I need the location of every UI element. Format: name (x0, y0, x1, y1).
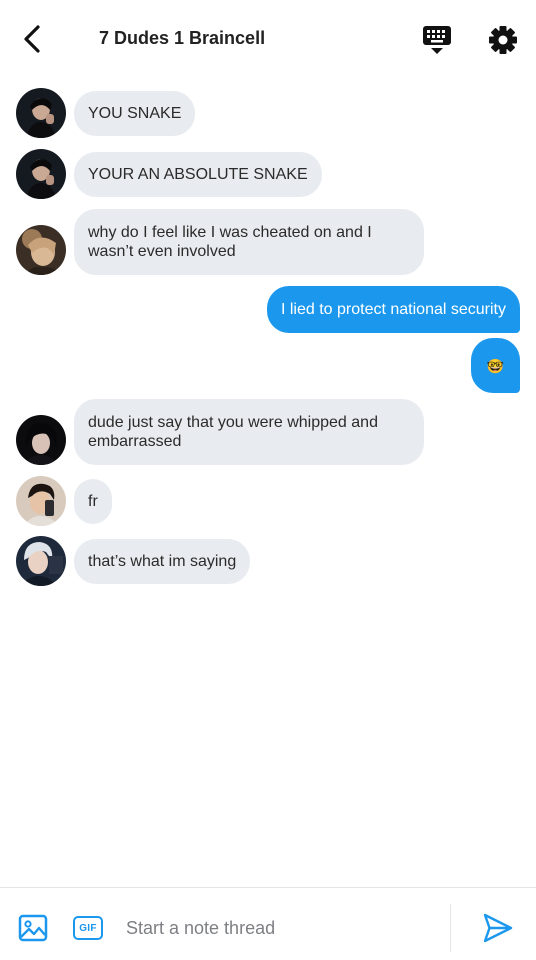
message-composer: GIF (0, 887, 536, 960)
message-text: dude just say that you were whipped and … (88, 414, 378, 450)
send-button[interactable] (482, 912, 514, 944)
message-row: I lied to protect national security (0, 286, 536, 333)
add-image-button[interactable] (18, 914, 48, 942)
chat-title: 7 Dudes 1 Braincell (99, 28, 266, 48)
message-bubble[interactable]: that’s what im saying (74, 539, 251, 584)
chat-header: 7 Dudes 1 Braincell (0, 0, 536, 78)
message-row: YOUR AN ABSOLUTE SNAKE (0, 149, 536, 199)
message-bubble[interactable]: YOU SNAKE (74, 91, 196, 136)
send-icon (483, 913, 513, 943)
message-bubble-outgoing[interactable]: 🤓 (471, 338, 520, 393)
composer-divider (450, 904, 451, 952)
message-text: that’s what im saying (88, 553, 237, 570)
message-text: I lied to protect national security (280, 301, 506, 318)
avatar[interactable] (16, 149, 66, 199)
message-bubble[interactable]: dude just say that you were whipped and … (74, 399, 424, 465)
emoji-text: 🤓 (486, 357, 505, 374)
message-row: fr (0, 476, 536, 526)
message-text: YOUR AN ABSOLUTE SNAKE (88, 166, 308, 183)
add-gif-button[interactable]: GIF (73, 916, 103, 940)
avatar[interactable] (16, 88, 66, 138)
message-row: that’s what im saying (0, 536, 536, 586)
message-row: YOU SNAKE (0, 88, 536, 138)
note-thread-input[interactable] (126, 916, 436, 940)
gear-icon (489, 26, 517, 54)
message-row: 🤓 (0, 338, 536, 393)
image-icon (18, 914, 48, 942)
avatar[interactable] (16, 415, 66, 465)
chevron-left-icon (24, 25, 40, 53)
keyboard-icon (423, 26, 451, 54)
gif-icon: GIF (79, 922, 97, 934)
message-text: YOU SNAKE (88, 105, 182, 122)
message-bubble[interactable]: why do I feel like I was cheated on and … (74, 209, 424, 275)
keyboard-toggle-button[interactable] (420, 24, 454, 56)
message-bubble[interactable]: YOUR AN ABSOLUTE SNAKE (74, 152, 322, 197)
avatar[interactable] (16, 225, 66, 275)
back-button[interactable] (16, 22, 48, 56)
message-row: why do I feel like I was cheated on and … (0, 209, 536, 275)
message-text: why do I feel like I was cheated on and … (88, 224, 372, 260)
settings-button[interactable] (486, 23, 520, 57)
avatar[interactable] (16, 476, 66, 526)
message-bubble[interactable]: fr (74, 479, 112, 524)
message-text: fr (88, 493, 98, 510)
message-bubble-outgoing[interactable]: I lied to protect national security (266, 286, 520, 333)
avatar[interactable] (16, 536, 66, 586)
message-row: dude just say that you were whipped and … (0, 399, 536, 465)
